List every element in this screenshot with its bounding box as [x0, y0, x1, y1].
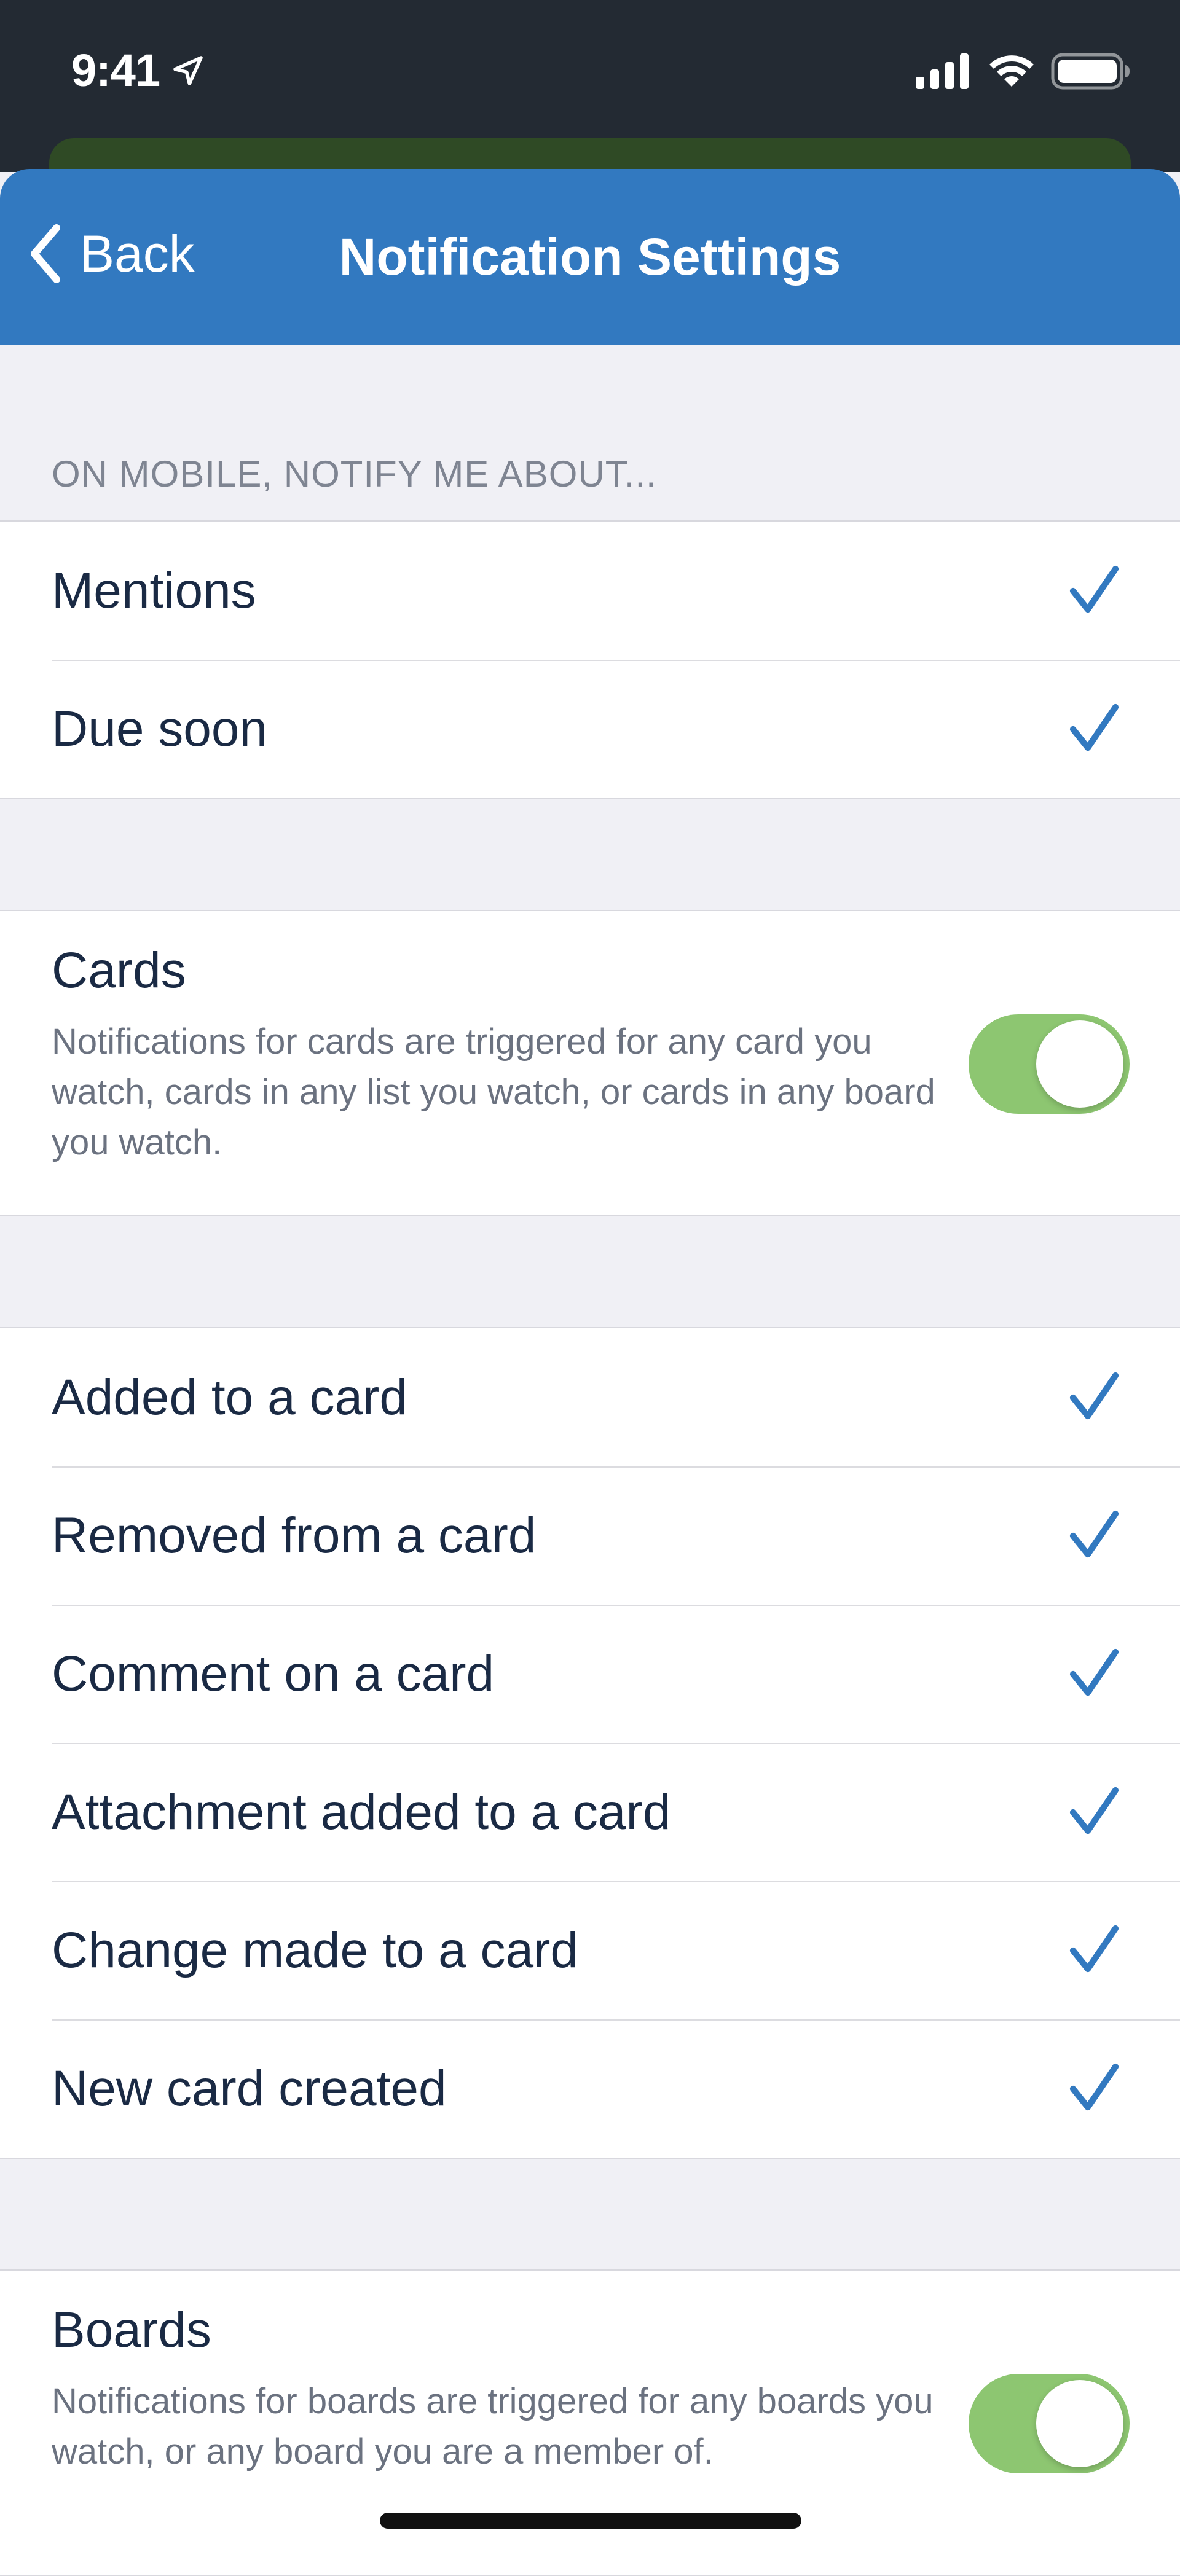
checkmark-icon [1069, 703, 1119, 751]
toggle-knob [1036, 2380, 1123, 2467]
status-time-label: 9:41 [71, 45, 160, 96]
cards-toggle-group: Cards Notifications for cards are trigge… [0, 910, 1180, 1216]
checkmark-icon [1069, 565, 1119, 613]
checkmark-icon [1069, 1925, 1119, 1972]
mobile-notify-group: Mentions Due soon [0, 520, 1180, 799]
boards-title: Boards [52, 2302, 211, 2358]
boards-setting: Boards Notifications for boards are trig… [0, 2271, 1180, 2575]
cards-setting: Cards Notifications for cards are trigge… [0, 911, 1180, 1215]
wifi-icon [989, 55, 1034, 87]
row-mentions[interactable]: Mentions [0, 522, 1180, 660]
row-added-to-card[interactable]: Added to a card [0, 1328, 1180, 1466]
page-title: Notification Settings [339, 228, 841, 286]
row-label: Removed from a card [52, 1507, 537, 1564]
boards-description: Notifications for boards are triggered f… [52, 2381, 934, 2472]
checkmark-icon [1069, 2063, 1119, 2110]
status-icons [916, 53, 1131, 90]
cards-description: Notifications for cards are triggered fo… [52, 1022, 935, 1162]
row-label: Comment on a card [52, 1645, 495, 1702]
row-new-card-created[interactable]: New card created [0, 2019, 1180, 2158]
checkmark-icon [1069, 1510, 1119, 1557]
cards-toggle[interactable] [969, 1014, 1130, 1114]
card-events-group: Added to a card Removed from a card Comm… [0, 1327, 1180, 2159]
checkmark-icon [1069, 1787, 1119, 1834]
row-label: New card created [52, 2060, 447, 2116]
location-arrow-icon [173, 55, 203, 85]
section-header-label: ON MOBILE, NOTIFY ME ABOUT... [52, 453, 657, 495]
row-label: Mentions [52, 562, 256, 619]
cards-title: Cards [52, 942, 186, 998]
checkmark-icon [1069, 1372, 1119, 1419]
boards-toggle[interactable] [969, 2374, 1130, 2473]
toggle-knob [1036, 1020, 1123, 1108]
navigation-bar: Back Notification Settings [0, 169, 1180, 345]
row-label: Due soon [52, 700, 268, 757]
battery-icon [1051, 53, 1130, 90]
row-label: Change made to a card [52, 1922, 578, 1978]
row-removed-from-card[interactable]: Removed from a card [0, 1466, 1180, 1605]
row-change-made[interactable]: Change made to a card [0, 1881, 1180, 2019]
row-attachment-added[interactable]: Attachment added to a card [0, 1743, 1180, 1881]
row-label: Attachment added to a card [52, 1783, 671, 1840]
settings-list: ON MOBILE, NOTIFY ME ABOUT... Mentions D… [0, 345, 1180, 2576]
checkmark-icon [1069, 1648, 1119, 1696]
cellular-signal-icon [916, 53, 969, 89]
row-due-soon[interactable]: Due soon [0, 660, 1180, 798]
row-label: Added to a card [52, 1369, 407, 1425]
boards-toggle-group: Boards Notifications for boards are trig… [0, 2269, 1180, 2576]
status-time: 9:41 [71, 44, 205, 96]
section-header: ON MOBILE, NOTIFY ME ABOUT... [0, 345, 1180, 520]
row-comment-on-card[interactable]: Comment on a card [0, 1605, 1180, 1743]
home-indicator [380, 2513, 801, 2529]
